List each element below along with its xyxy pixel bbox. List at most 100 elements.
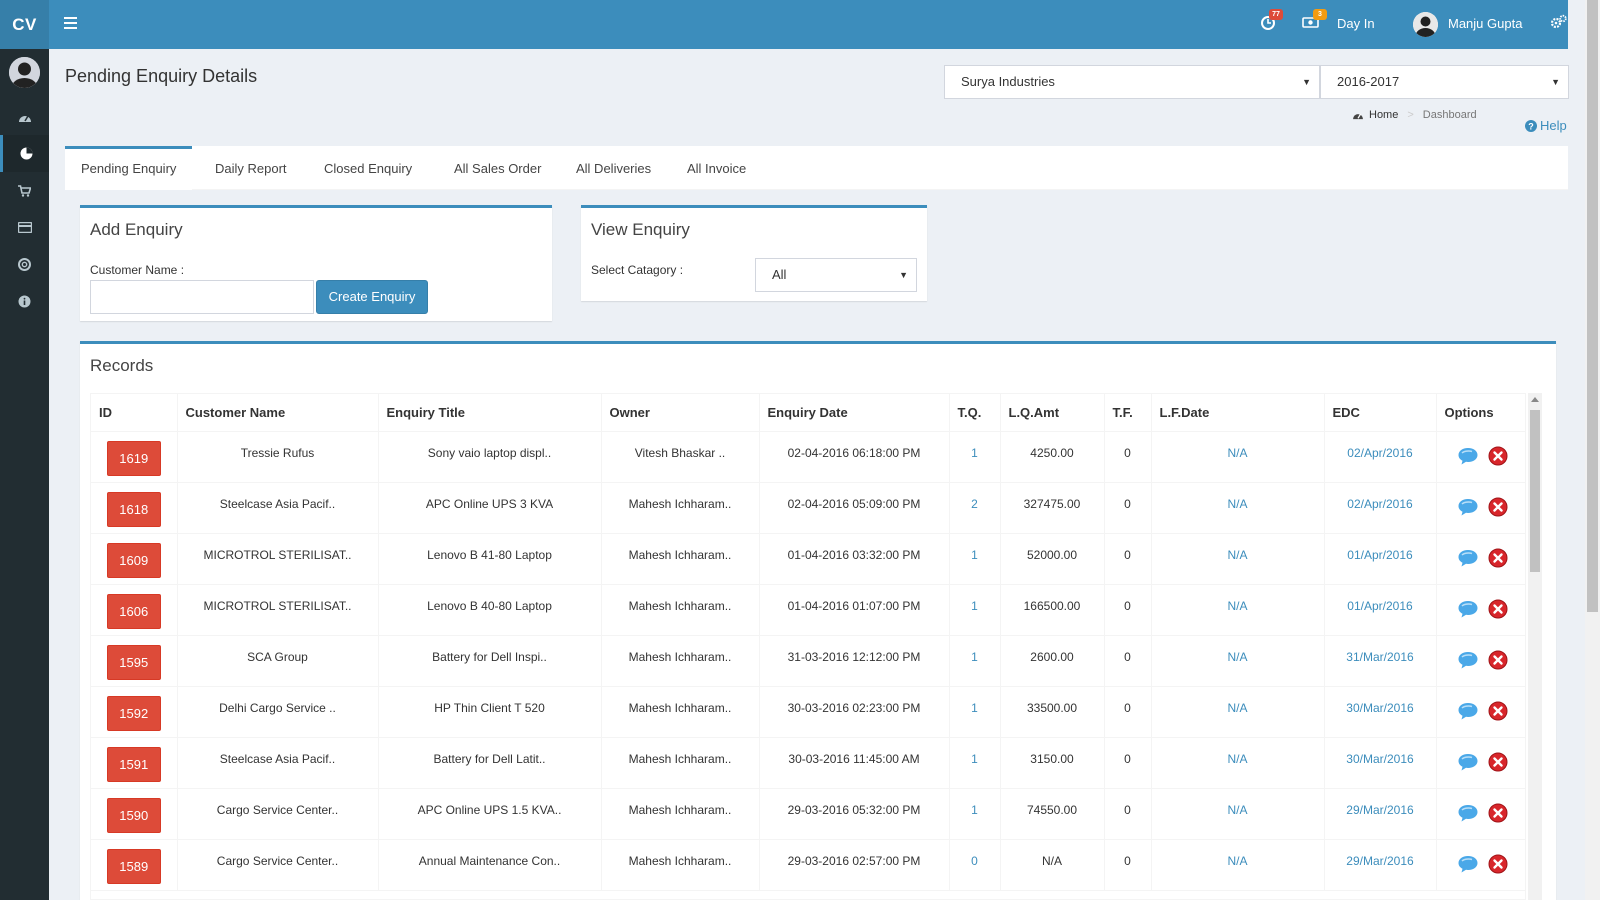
tab-closed-enquiry[interactable]: Closed Enquiry bbox=[324, 146, 412, 190]
view-enquiry-box: View Enquiry Select Catagory : All ▼ bbox=[581, 205, 927, 301]
tq-cell[interactable]: 2 bbox=[949, 482, 1001, 534]
column-header-customer-name[interactable]: Customer Name bbox=[177, 394, 379, 432]
tq-cell[interactable]: 1 bbox=[949, 686, 1001, 738]
delete-icon[interactable] bbox=[1488, 599, 1508, 622]
category-select[interactable]: All ▼ bbox=[755, 258, 917, 292]
edc-cell[interactable]: 02/Apr/2016 bbox=[1324, 431, 1437, 483]
lf-date-cell[interactable]: N/A bbox=[1151, 584, 1325, 636]
column-header-tf[interactable]: T.F. bbox=[1104, 394, 1152, 432]
customer-name-input[interactable] bbox=[90, 280, 314, 314]
column-header-tq[interactable]: T.Q. bbox=[949, 394, 1001, 432]
sidebar-item-info[interactable] bbox=[0, 283, 49, 320]
sidebar-item-reports[interactable] bbox=[0, 135, 49, 172]
edc-cell[interactable]: 29/Mar/2016 bbox=[1324, 839, 1437, 891]
comment-icon[interactable] bbox=[1457, 650, 1479, 673]
delete-icon[interactable] bbox=[1488, 548, 1508, 571]
day-in-link[interactable]: Day In bbox=[1337, 16, 1375, 31]
tab-all-deliveries[interactable]: All Deliveries bbox=[576, 146, 651, 190]
tq-cell[interactable]: 1 bbox=[949, 635, 1001, 687]
company-select-value: Surya Industries bbox=[961, 74, 1055, 89]
edc-cell[interactable]: 29/Mar/2016 bbox=[1324, 788, 1437, 840]
enquiry-id-button[interactable]: 1619 bbox=[106, 440, 161, 476]
lq-amt-cell: 52000.00 bbox=[1000, 533, 1105, 585]
menu-toggle-icon[interactable] bbox=[64, 17, 77, 29]
comment-icon[interactable] bbox=[1457, 497, 1479, 520]
tab-all-invoice[interactable]: All Invoice bbox=[687, 146, 746, 190]
sidebar-item-billing[interactable] bbox=[0, 209, 49, 246]
column-header-lf-date[interactable]: L.F.Date bbox=[1151, 394, 1325, 432]
money-icon[interactable]: 3 bbox=[1302, 9, 1327, 32]
comment-icon[interactable] bbox=[1457, 752, 1479, 775]
sidebar-item-cart[interactable] bbox=[0, 172, 49, 209]
delete-icon[interactable] bbox=[1488, 701, 1508, 724]
delete-icon[interactable] bbox=[1488, 752, 1508, 775]
tq-cell[interactable]: 1 bbox=[949, 584, 1001, 636]
edc-cell[interactable]: 30/Mar/2016 bbox=[1324, 737, 1437, 789]
enquiry-id-button[interactable]: 1595 bbox=[106, 644, 161, 680]
enquiry-id-button[interactable]: 1591 bbox=[106, 746, 161, 782]
page-scrollbar[interactable] bbox=[1585, 0, 1600, 900]
lf-date-cell[interactable]: N/A bbox=[1151, 788, 1325, 840]
lf-date-cell[interactable]: N/A bbox=[1151, 839, 1325, 891]
enquiry-id-button[interactable]: 1589 bbox=[106, 848, 161, 884]
sidebar-item-dashboard[interactable] bbox=[0, 98, 49, 135]
year-select[interactable]: 2016-2017 ▼ bbox=[1320, 65, 1569, 99]
column-header-enquiry-date[interactable]: Enquiry Date bbox=[759, 394, 950, 432]
tab-all-sales-order[interactable]: All Sales Order bbox=[454, 146, 541, 190]
tq-cell[interactable]: 1 bbox=[949, 788, 1001, 840]
user-name[interactable]: Manju Gupta bbox=[1448, 16, 1522, 31]
lf-date-cell[interactable]: N/A bbox=[1151, 737, 1325, 789]
tab-pending-enquiry[interactable]: Pending Enquiry bbox=[65, 146, 193, 190]
table-row: 1595 SCA Group Battery for Dell Inspi.. … bbox=[91, 635, 1525, 687]
tq-cell[interactable]: 0 bbox=[949, 839, 1001, 891]
enquiry-id-button[interactable]: 1590 bbox=[106, 797, 161, 833]
lf-date-cell[interactable]: N/A bbox=[1151, 482, 1325, 534]
table-row: 1591 Steelcase Asia Pacif.. Battery for … bbox=[91, 737, 1525, 789]
enquiry-id-button[interactable]: 1606 bbox=[106, 593, 161, 629]
comment-icon[interactable] bbox=[1457, 548, 1479, 571]
tq-cell[interactable]: 1 bbox=[949, 431, 1001, 483]
comment-icon[interactable] bbox=[1457, 701, 1479, 724]
company-select[interactable]: Surya Industries ▼ bbox=[944, 65, 1320, 99]
help-link[interactable]: ? Help bbox=[1525, 118, 1567, 133]
lf-date-cell[interactable]: N/A bbox=[1151, 431, 1325, 483]
lf-date-cell[interactable]: N/A bbox=[1151, 533, 1325, 585]
column-header-lq-amt[interactable]: L.Q.Amt bbox=[1000, 394, 1105, 432]
delete-icon[interactable] bbox=[1488, 497, 1508, 520]
delete-icon[interactable] bbox=[1488, 854, 1508, 877]
table-scrollbar[interactable] bbox=[1528, 393, 1542, 900]
column-header-owner[interactable]: Owner bbox=[601, 394, 760, 432]
gears-icon[interactable] bbox=[1550, 14, 1568, 32]
app-logo[interactable]: CV bbox=[0, 0, 49, 49]
edc-cell[interactable]: 01/Apr/2016 bbox=[1324, 584, 1437, 636]
id-cell: 1592 bbox=[91, 686, 178, 738]
comment-icon[interactable] bbox=[1457, 854, 1479, 877]
sidebar-item-support[interactable] bbox=[0, 246, 49, 283]
column-header-id[interactable]: ID bbox=[91, 394, 178, 432]
column-header-enquiry-title[interactable]: Enquiry Title bbox=[378, 394, 602, 432]
edc-cell[interactable]: 01/Apr/2016 bbox=[1324, 533, 1437, 585]
tq-cell[interactable]: 1 bbox=[949, 737, 1001, 789]
lf-date-cell[interactable]: N/A bbox=[1151, 686, 1325, 738]
edc-cell[interactable]: 30/Mar/2016 bbox=[1324, 686, 1437, 738]
comment-icon[interactable] bbox=[1457, 599, 1479, 622]
alarm-icon[interactable]: 77 bbox=[1260, 9, 1283, 32]
edc-cell[interactable]: 02/Apr/2016 bbox=[1324, 482, 1437, 534]
delete-icon[interactable] bbox=[1488, 650, 1508, 673]
comment-icon[interactable] bbox=[1457, 446, 1479, 469]
enquiry-id-button[interactable]: 1592 bbox=[106, 695, 161, 731]
comment-icon[interactable] bbox=[1457, 803, 1479, 826]
delete-icon[interactable] bbox=[1488, 803, 1508, 826]
create-enquiry-button[interactable]: Create Enquiry bbox=[316, 280, 428, 314]
column-header-edc[interactable]: EDC bbox=[1324, 394, 1437, 432]
tab-daily-report[interactable]: Daily Report bbox=[215, 146, 287, 190]
breadcrumb-home[interactable]: Home bbox=[1369, 109, 1398, 121]
lf-date-cell[interactable]: N/A bbox=[1151, 635, 1325, 687]
tq-cell[interactable]: 1 bbox=[949, 533, 1001, 585]
owner-cell: Mahesh Ichharam.. bbox=[601, 788, 760, 840]
user-avatar[interactable] bbox=[1413, 12, 1438, 37]
edc-cell[interactable]: 31/Mar/2016 bbox=[1324, 635, 1437, 687]
enquiry-id-button[interactable]: 1618 bbox=[106, 491, 161, 527]
delete-icon[interactable] bbox=[1488, 446, 1508, 469]
enquiry-id-button[interactable]: 1609 bbox=[106, 542, 161, 578]
